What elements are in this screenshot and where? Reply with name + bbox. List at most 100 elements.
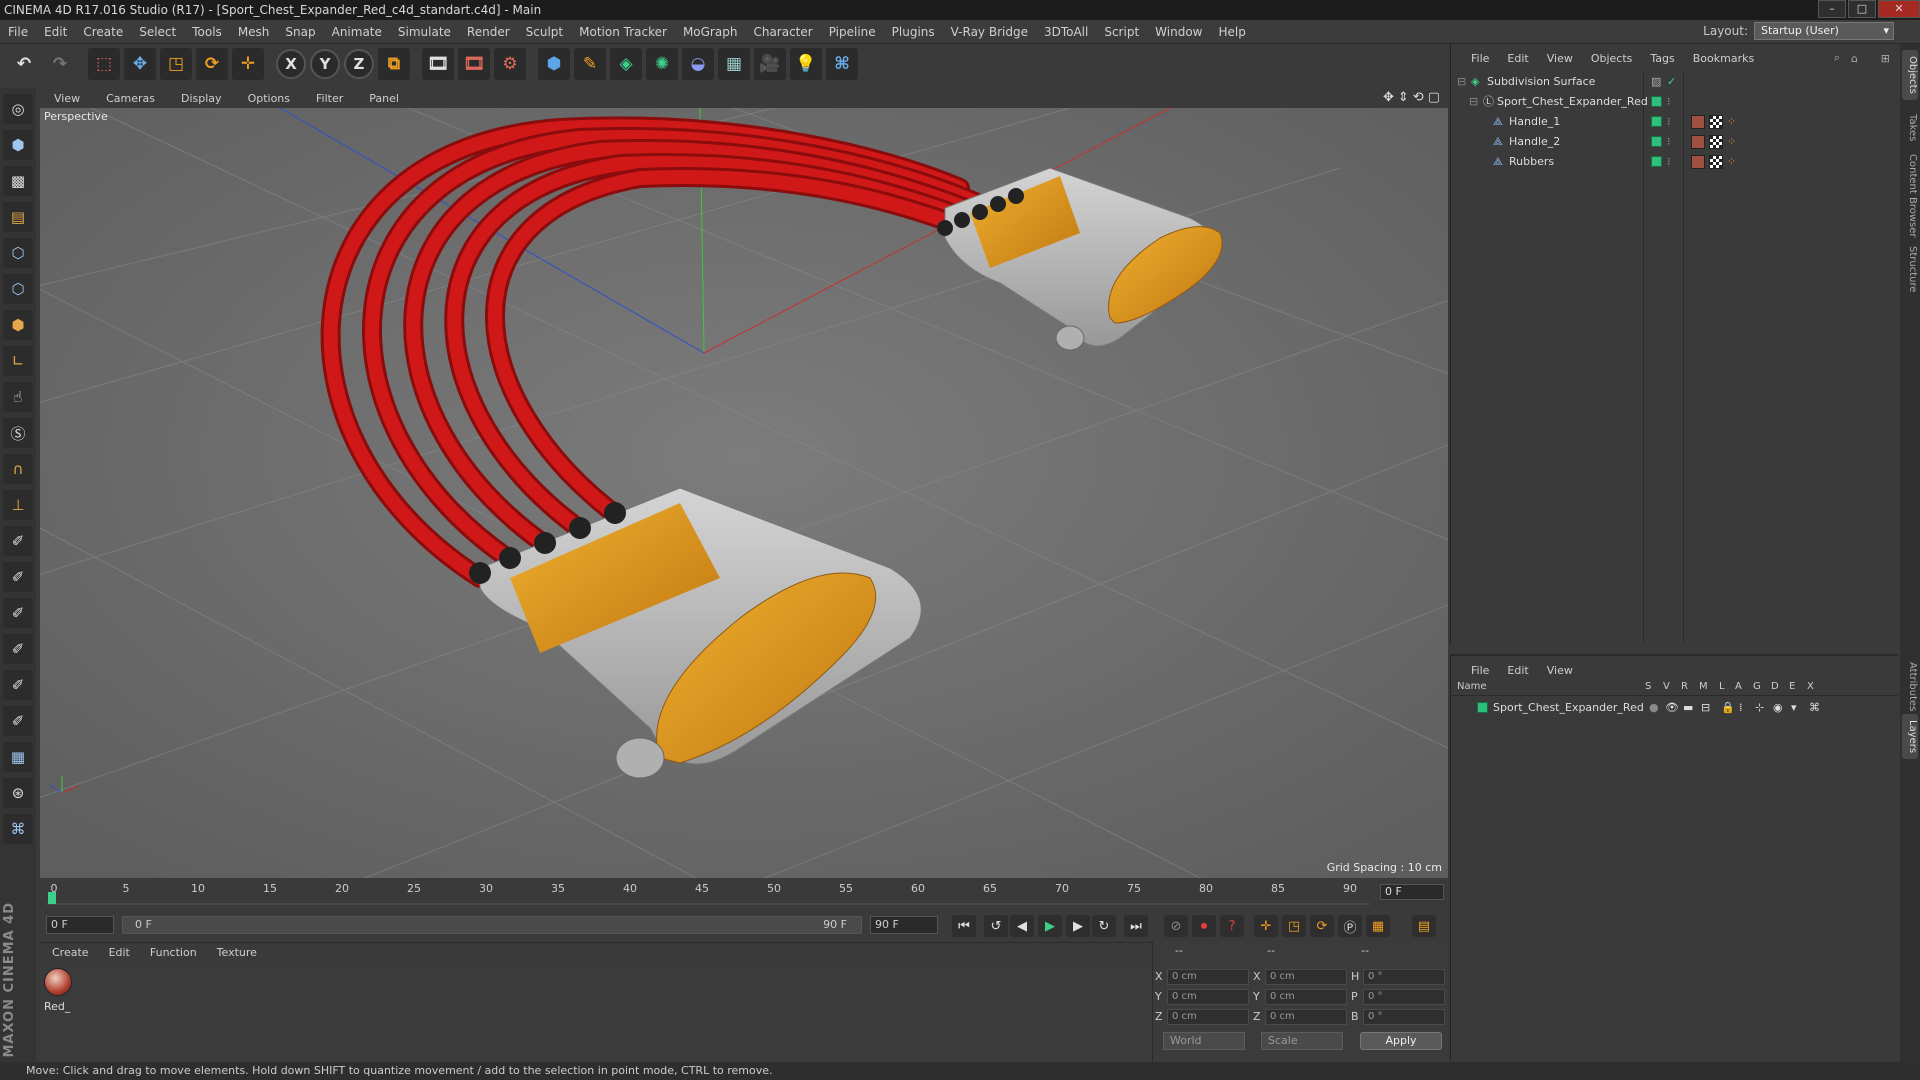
render-toggle-icon[interactable]: ▬ xyxy=(1683,698,1693,718)
make-editable-icon[interactable]: ◎ xyxy=(3,94,33,124)
layer-color-tag[interactable] xyxy=(1651,156,1662,167)
menu-tools[interactable]: Tools xyxy=(184,25,230,39)
viewport-menu-cameras[interactable]: Cameras xyxy=(92,92,167,105)
render-view-icon[interactable]: 🎞 xyxy=(422,48,454,80)
sculpt-brush-1-icon[interactable]: ✐ xyxy=(3,526,33,556)
object-row-handle-1[interactable]: ⟁ Handle_1 ⁝ ⁘ xyxy=(1455,112,1895,132)
python-script-icon[interactable]: ⌘ xyxy=(3,814,33,844)
live-selection-icon[interactable]: ⬚ xyxy=(88,48,120,80)
object-row-sport-chest-expander-red[interactable]: ⊟ Ⓛ Sport_Chest_Expander_Red ⁝ xyxy=(1455,92,1895,112)
coords-pos-x-field[interactable]: 0 cm xyxy=(1167,969,1249,985)
sculpt-layers-icon[interactable]: ⊛ xyxy=(3,778,33,808)
enable-axis-icon[interactable]: ∟ xyxy=(3,346,33,376)
cube-primitive-icon[interactable]: ⬢ xyxy=(538,48,570,80)
obj-menu-objects[interactable]: Objects xyxy=(1581,52,1641,65)
sculpt-brush-4-icon[interactable]: ✐ xyxy=(3,634,33,664)
locked-workplane-icon[interactable]: ⊥ xyxy=(3,490,33,520)
floor-icon[interactable]: ▦ xyxy=(718,48,750,80)
side-tab-takes[interactable]: Takes xyxy=(1902,108,1918,147)
timeline-window-icon[interactable]: ▤ xyxy=(1412,915,1436,937)
menu-script[interactable]: Script xyxy=(1096,25,1147,39)
selection-tag-icon[interactable]: ⁘ xyxy=(1727,132,1736,152)
coords-size-x-field[interactable]: 0 cm xyxy=(1265,969,1347,985)
layer-row-sport-chest-expander-red[interactable]: Sport_Chest_Expander_Red ● 👁 ▬ ⊟ 🔒 ⁞ ⊹ ◉… xyxy=(1455,698,1895,718)
pen-spline-icon[interactable]: ✎ xyxy=(574,48,606,80)
view-toggle-icon[interactable]: 👁 xyxy=(1665,698,1679,718)
viewport-menu-filter[interactable]: Filter xyxy=(302,92,355,105)
move-icon[interactable]: ✥ xyxy=(124,48,156,80)
close-icon[interactable]: ✕ xyxy=(1878,0,1920,18)
next-frame-icon[interactable]: ▶ xyxy=(1066,915,1090,937)
obj-menu-file[interactable]: File xyxy=(1451,52,1497,65)
expand-icon[interactable]: ⊟ xyxy=(1457,72,1466,92)
menu-select[interactable]: Select xyxy=(131,25,184,39)
side-tab-objects[interactable]: Objects xyxy=(1902,50,1918,100)
object-row-rubbers[interactable]: ⟁ Rubbers ⁝ ⁘ xyxy=(1455,152,1895,172)
render-settings-icon[interactable]: ⚙ xyxy=(494,48,526,80)
animation-toggle-icon[interactable]: ⁞ xyxy=(1739,698,1743,718)
timeline-ruler[interactable]: 0 5 10 15 20 25 30 35 40 45 50 55 60 65 … xyxy=(40,880,1448,908)
coords-pos-y-field[interactable]: 0 cm xyxy=(1167,989,1249,1005)
undo-icon[interactable]: ↶ xyxy=(8,48,40,80)
texture-mode-icon[interactable]: ▩ xyxy=(3,166,33,196)
sculpt-brush-6-icon[interactable]: ✐ xyxy=(3,706,33,736)
model-mode-icon[interactable]: ⬢ xyxy=(3,130,33,160)
maximize-icon[interactable]: □ xyxy=(1848,0,1876,18)
python-icon[interactable]: ⌘ xyxy=(826,48,858,80)
material-tag-icon[interactable] xyxy=(1691,115,1705,129)
snap-icon[interactable]: Ⓢ xyxy=(3,418,33,448)
layer-menu-view[interactable]: View xyxy=(1537,664,1581,677)
selection-tag-icon[interactable]: ⁘ xyxy=(1727,112,1736,132)
light-icon[interactable]: 💡 xyxy=(790,48,822,80)
menu-mesh[interactable]: Mesh xyxy=(230,25,278,39)
redo-icon[interactable]: ↷ xyxy=(44,48,76,80)
obj-menu-bookmarks[interactable]: Bookmarks xyxy=(1683,52,1762,65)
sculpt-brush-5-icon[interactable]: ✐ xyxy=(3,670,33,700)
next-key-icon[interactable]: ↻ xyxy=(1092,915,1116,937)
go-to-start-icon[interactable]: ⏮ xyxy=(952,915,976,937)
scale-icon[interactable]: ◳ xyxy=(160,48,192,80)
magnet-icon[interactable]: ∩ xyxy=(3,454,33,484)
layer-menu-file[interactable]: File xyxy=(1451,664,1497,677)
coords-rot-p-field[interactable]: 0 ° xyxy=(1363,989,1445,1005)
expressions-toggle-icon[interactable]: ▾ xyxy=(1791,698,1797,718)
side-tab-attributes[interactable]: Attributes xyxy=(1902,656,1918,717)
go-to-end-icon[interactable]: ⏭ xyxy=(1124,915,1148,937)
layout-select[interactable]: Startup (User) xyxy=(1754,22,1894,40)
expand-icon[interactable]: ⊟ xyxy=(1469,92,1478,112)
menu-mograph[interactable]: MoGraph xyxy=(675,25,746,39)
current-frame-field[interactable]: 0 F xyxy=(1380,884,1444,900)
maximize-view-icon[interactable]: ▢ xyxy=(1428,90,1440,105)
previous-key-icon[interactable]: ↺ xyxy=(984,915,1008,937)
motion-path-icon[interactable]: ⊘ xyxy=(1164,915,1188,937)
menu-help[interactable]: Help xyxy=(1210,25,1253,39)
menu-animate[interactable]: Animate xyxy=(324,25,390,39)
visibility-dots-icon[interactable]: ⁝ xyxy=(1667,112,1671,132)
x-axis-lock-button[interactable]: X xyxy=(276,49,306,79)
cloner-icon[interactable]: ✺ xyxy=(646,48,678,80)
end-frame-field[interactable]: 90 F xyxy=(870,916,938,934)
material-menu-create[interactable]: Create xyxy=(40,946,97,959)
subdivision-surface-icon[interactable]: ◈ xyxy=(610,48,642,80)
menu-create[interactable]: Create xyxy=(75,25,131,39)
record-keys-icon[interactable]: ⏺ xyxy=(1192,915,1216,937)
visibility-dots-icon[interactable]: ⁝ xyxy=(1667,152,1671,172)
key-scale-icon[interactable]: ◳ xyxy=(1282,915,1306,937)
coords-size-z-field[interactable]: 0 cm xyxy=(1265,1009,1347,1025)
camera-icon[interactable]: 🎥 xyxy=(754,48,786,80)
z-axis-lock-button[interactable]: Z xyxy=(344,49,374,79)
coords-size-y-field[interactable]: 0 cm xyxy=(1265,989,1347,1005)
home-icon[interactable]: ⌂ xyxy=(1851,52,1858,65)
key-rotation-icon[interactable]: ⟳ xyxy=(1310,915,1334,937)
visibility-dots-icon[interactable]: ⁝ xyxy=(1667,92,1671,112)
material-tag-icon[interactable] xyxy=(1691,155,1705,169)
coords-pos-z-field[interactable]: 0 cm xyxy=(1167,1009,1249,1025)
material-swatch[interactable] xyxy=(44,968,72,996)
lock-toggle-icon[interactable]: 🔒 xyxy=(1721,698,1735,718)
menu-render[interactable]: Render xyxy=(459,25,518,39)
menu-plugins[interactable]: Plugins xyxy=(884,25,943,39)
frame-range-slider[interactable]: 0 F 90 F xyxy=(122,916,862,934)
checkerboard-icon[interactable]: ▦ xyxy=(3,742,33,772)
obj-menu-edit[interactable]: Edit xyxy=(1497,52,1536,65)
tweak-icon[interactable]: ☝ xyxy=(3,382,33,412)
